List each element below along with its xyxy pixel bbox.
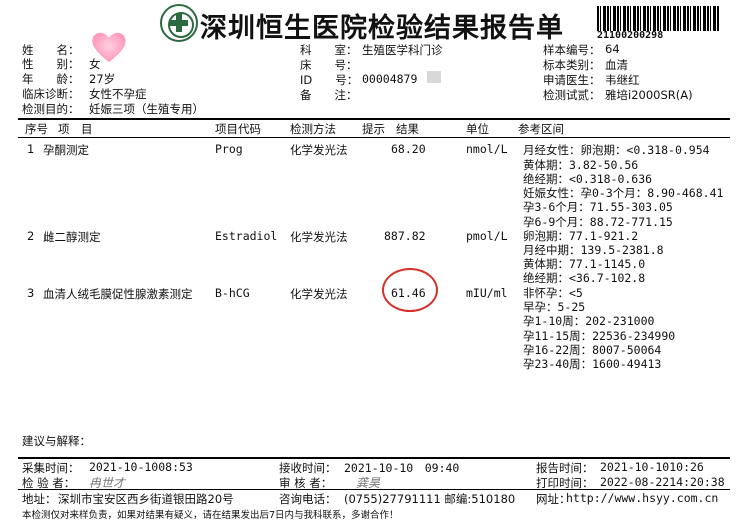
address-label: 地址： (22, 492, 57, 506)
table-header-rule (18, 137, 730, 138)
suggestion-label: 建议与解释： (22, 434, 91, 448)
dept-label: 科 室： (300, 43, 358, 57)
sample-no-value: 64 (605, 42, 620, 56)
instrument-label: 检测试贰： (543, 88, 601, 102)
col-unit: 单位 (466, 122, 489, 136)
ref-line: 孕3-6个月：71.55-303.05 (523, 200, 673, 214)
col-code: 项目代码 (215, 122, 261, 136)
diagnosis-label: 临床诊断： (22, 87, 80, 101)
report-label: 报告时间： (536, 461, 594, 475)
dept-value: 生殖医学科门诊 (362, 43, 443, 57)
website-link[interactable]: http://www.hsyy.com.cn (566, 491, 718, 505)
hospital-logo-icon (160, 4, 198, 42)
receive-label: 接收时间： (279, 461, 337, 475)
phone-label: 咨询电话： (279, 492, 337, 506)
gender-label: 性 别： (22, 57, 80, 71)
footer-top-rule (18, 457, 730, 459)
col-result: 结果 (396, 122, 419, 136)
col-item: 项 目 (58, 122, 93, 136)
age-label: 年 龄： (22, 72, 80, 86)
id-label: ID 号： (300, 73, 359, 87)
remark-label: 备 注： (300, 88, 358, 102)
footer-mid-rule (18, 489, 730, 490)
sample-no-label: 样本编号： (543, 43, 601, 57)
ref-line: 孕1-10周：202-231000 (523, 314, 655, 328)
age-value: 27岁 (89, 72, 116, 86)
address-value: 深圳市宝安区西乡街道银田路20号 (58, 492, 234, 506)
diagnosis-value: 女性不孕症 (89, 87, 147, 101)
id-value: 00004879 (362, 72, 418, 86)
report-time: 2021-10-1010:26 (600, 460, 704, 474)
collect-time: 2021-10-1008:53 (89, 460, 193, 474)
phone-value: (0755)27791111 邮编:510180 (344, 492, 516, 506)
ref-line: 绝经期：<36.7-102.8 (523, 271, 646, 285)
ref-line: 月经女性：卵泡期：<0.318-0.954 (523, 143, 710, 157)
collect-label: 采集时间： (22, 461, 80, 475)
gender-value: 女 (89, 57, 101, 71)
col-method: 检测方法 (290, 122, 336, 136)
ref-line: 孕23-40周：1600-49413 (523, 357, 662, 371)
print-time: 2022-08-2214:20:38 (600, 475, 725, 489)
barcode-number: 21100200298 (597, 30, 664, 41)
barcode-icon (597, 6, 720, 31)
bed-label: 床 号： (300, 58, 358, 72)
doctor-value: 韦继红 (605, 73, 640, 87)
redacted-mark (427, 71, 441, 83)
doctor-label: 申请医生： (543, 73, 601, 87)
report-title: 深圳恒生医院检验结果报告单 (200, 13, 564, 44)
sample-type-label: 标本类别： (543, 58, 601, 72)
purpose-value: 妊娠三项（生殖专用） (89, 102, 204, 116)
col-seq: 序号 (25, 122, 48, 136)
col-hint: 提示 (362, 122, 385, 136)
table-top-rule (18, 118, 730, 120)
col-ref: 参考区间 (518, 122, 564, 136)
result-highlight-circle (382, 268, 438, 312)
instrument-value: 雅培i2000SR(A) (605, 88, 693, 102)
disclaimer: 本检测仅对来样负责，如果对结果有疑义，请在结果发出后7日内与我科联系，多谢合作！ (22, 510, 399, 521)
sample-type-value: 血清 (605, 58, 628, 72)
purpose-label: 检测目的： (22, 102, 80, 116)
